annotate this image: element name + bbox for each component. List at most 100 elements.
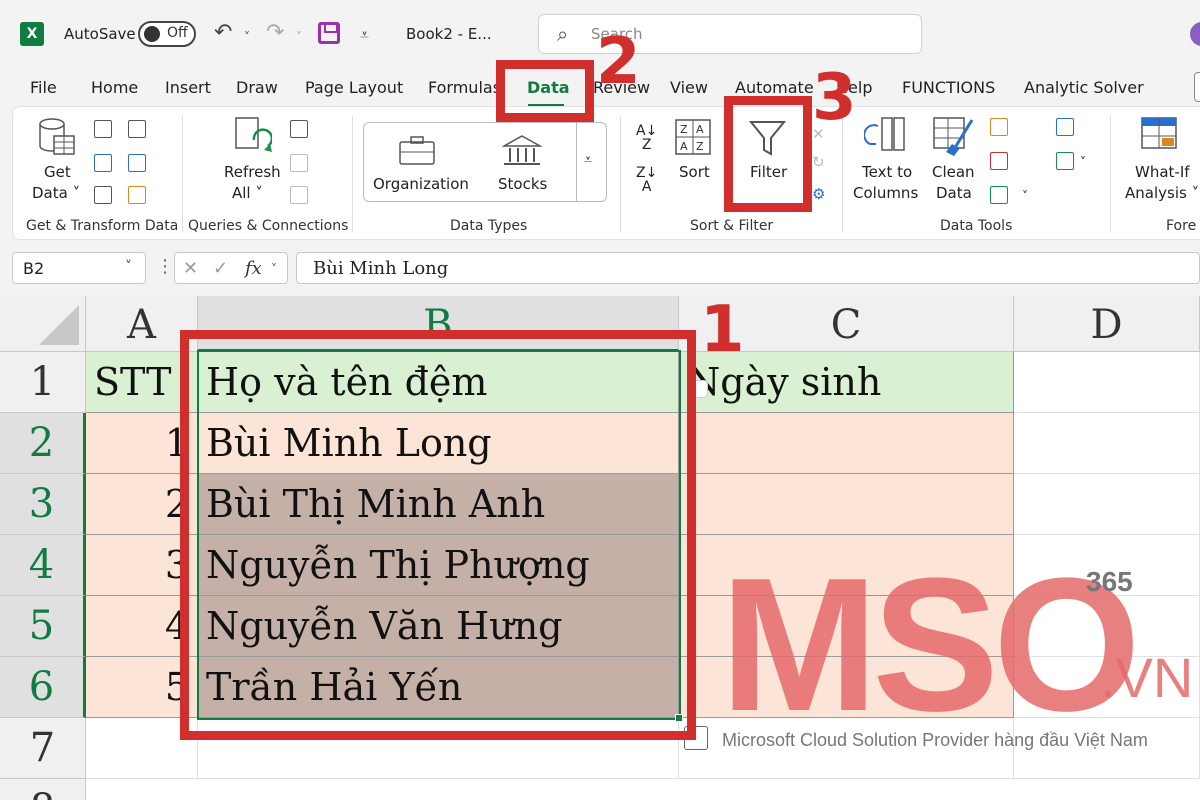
sort-icon[interactable]: Z A A Z (674, 118, 714, 158)
avatar[interactable] (1190, 22, 1200, 46)
annotation-box-1 (180, 330, 696, 740)
autosave-toggle[interactable]: Off (138, 21, 196, 47)
clean-data-icon[interactable] (932, 116, 976, 160)
share-button[interactable] (1194, 72, 1200, 102)
tab-file[interactable]: File (30, 78, 57, 97)
row-header-5[interactable]: 5 (0, 596, 86, 657)
clean-data-label[interactable]: Clean (932, 162, 975, 183)
cell-c3[interactable] (679, 474, 1014, 535)
data-validation-icon[interactable] (990, 186, 1008, 204)
cell-d3[interactable] (1014, 474, 1200, 535)
undo-dropdown-icon[interactable]: ˅ (244, 30, 250, 44)
tab-analytic-solver[interactable]: Analytic Solver (1024, 78, 1144, 97)
get-data-label-2[interactable]: Data ˅ (32, 183, 80, 204)
tab-home[interactable]: Home (91, 78, 138, 97)
undo-icon[interactable]: ↶ (214, 20, 232, 45)
sort-descending-icon[interactable]: Z↓ A (636, 166, 657, 194)
refresh-label-2[interactable]: All ˅ (232, 183, 263, 204)
cell-c2[interactable] (679, 413, 1014, 474)
queries-icon[interactable] (290, 120, 308, 138)
tab-formulas[interactable]: Formulas (428, 78, 501, 97)
annotation-number-3: 3 (812, 61, 857, 135)
what-if-analysis-icon[interactable] (1140, 116, 1184, 160)
remove-duplicates-icon[interactable] (990, 152, 1008, 170)
get-data-icon[interactable] (38, 116, 78, 160)
group-data-types: Data Types (450, 218, 528, 234)
flash-fill-icon[interactable] (990, 118, 1008, 136)
watermark-tagline: Microsoft Cloud Solution Provider hàng đ… (722, 730, 1148, 750)
watermark-badge: 365 (1086, 566, 1133, 597)
stocks-icon[interactable] (502, 134, 542, 168)
row-header-2[interactable]: 2 (0, 413, 86, 474)
from-text-icon[interactable] (94, 120, 112, 138)
recent-sources-icon[interactable] (128, 154, 146, 172)
formula-input[interactable]: Bùi Minh Long (296, 252, 1200, 284)
annotation-number-1: 1 (700, 293, 745, 367)
refresh-all-icon[interactable] (232, 116, 272, 160)
what-if-label-2[interactable]: Analysis ˅ (1125, 183, 1199, 204)
tab-draw[interactable]: Draw (236, 78, 278, 97)
customize-toolbar-icon[interactable]: ⩡ (360, 25, 369, 45)
organization-icon[interactable] (398, 136, 438, 166)
group-divider (182, 116, 183, 232)
sort-ascending-icon[interactable]: A↓ Z (636, 124, 657, 152)
fx-dropdown-icon[interactable]: ˅ (271, 262, 277, 276)
cancel-icon[interactable]: ✕ (183, 258, 198, 279)
edit-links-icon[interactable] (290, 186, 308, 204)
advanced-filter-icon[interactable]: ⚙ (812, 184, 825, 205)
autosave-label: AutoSave (64, 25, 136, 43)
from-web-icon[interactable] (94, 154, 112, 172)
row-header-3[interactable]: 3 (0, 474, 86, 535)
cell-d2[interactable] (1014, 413, 1200, 474)
from-picture-icon[interactable] (128, 120, 146, 138)
row-header-8[interactable]: 8 (0, 779, 86, 800)
row-header-1[interactable]: 1 (0, 352, 86, 413)
select-all-button[interactable] (0, 296, 86, 352)
existing-connections-icon[interactable] (128, 186, 146, 204)
save-icon[interactable] (318, 22, 340, 44)
text-to-columns-label[interactable]: Text to (862, 162, 912, 183)
enter-icon[interactable]: ✓ (213, 258, 228, 279)
properties-icon[interactable] (290, 154, 308, 172)
relationships-icon[interactable] (1056, 152, 1074, 170)
annotation-box-3 (724, 96, 812, 212)
what-if-label[interactable]: What-If (1135, 162, 1190, 183)
organization-label[interactable]: Organization (373, 174, 469, 195)
column-header-d[interactable]: D (1014, 296, 1200, 352)
excel-window: X AutoSave Off ↶ ˅ ↷ ˅ ⩡ Book2 - E... ⌕ … (0, 0, 1200, 800)
sort-label[interactable]: Sort (679, 162, 710, 183)
more-options-icon[interactable]: ⋮ (156, 256, 174, 277)
clean-data-label-2[interactable]: Data (936, 183, 972, 204)
svg-text:Z: Z (680, 123, 688, 136)
refresh-label[interactable]: Refresh (224, 162, 281, 183)
row-header-4[interactable]: 4 (0, 535, 86, 596)
group-divider (1110, 116, 1111, 232)
from-table-icon[interactable] (94, 186, 112, 204)
formula-controls: ✕ ✓ fx ˅ (174, 252, 288, 284)
text-to-columns-icon[interactable] (864, 116, 908, 160)
name-box[interactable]: B2 ˅ (12, 252, 146, 284)
relationships-dropdown-icon[interactable]: ˅ (1080, 152, 1086, 173)
gallery-more-icon[interactable]: ⩡ (584, 150, 592, 171)
tab-automate[interactable]: Automate (735, 78, 814, 97)
insert-function-icon[interactable]: fx (245, 258, 262, 279)
text-to-columns-label-2[interactable]: Columns (853, 183, 918, 204)
get-data-label[interactable]: Get (44, 162, 71, 183)
group-get-transform: Get & Transform Data (26, 218, 179, 234)
tab-insert[interactable]: Insert (165, 78, 211, 97)
data-validation-dropdown-icon[interactable]: ˅ (1022, 186, 1028, 207)
cell-d1[interactable] (1014, 352, 1200, 413)
redo-icon[interactable]: ↷ (266, 20, 284, 45)
excel-logo-icon: X (20, 22, 44, 46)
tab-view[interactable]: View (670, 78, 708, 97)
row-header-7[interactable]: 7 (0, 718, 86, 779)
consolidate-icon[interactable] (1056, 118, 1074, 136)
row-header-6[interactable]: 6 (0, 657, 86, 718)
reapply-filter-icon[interactable]: ↻ (812, 152, 825, 173)
tab-functions[interactable]: FUNCTIONS (902, 78, 995, 97)
tab-page-layout[interactable]: Page Layout (305, 78, 403, 97)
svg-text:A: A (680, 140, 688, 153)
redo-dropdown-icon[interactable]: ˅ (296, 30, 302, 44)
chevron-down-icon[interactable]: ˅ (125, 259, 132, 275)
stocks-label[interactable]: Stocks (498, 174, 547, 195)
